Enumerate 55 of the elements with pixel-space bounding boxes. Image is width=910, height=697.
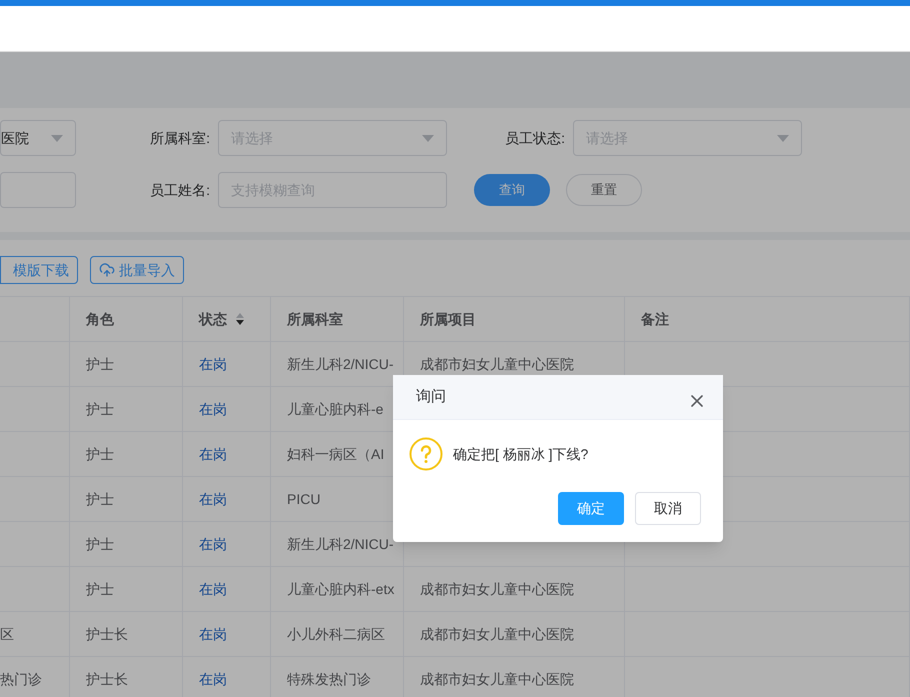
status-text: 在岗 xyxy=(199,534,227,554)
caret-down-icon xyxy=(777,134,789,142)
table-cell-text: 成都市妇女儿童中心医院 xyxy=(420,670,574,688)
dialog-title: 询问 xyxy=(416,386,446,407)
table-cell-text: 妇科一病区（AI xyxy=(287,444,384,464)
table-cell-text: 护士 xyxy=(86,444,114,464)
table-cell-text: 新生儿科2/NICU- xyxy=(287,534,394,554)
status-text: 在岗 xyxy=(199,490,227,508)
table-cell-text: 护士 xyxy=(86,400,114,418)
table-cell-text: 儿童心脏内科-etx xyxy=(287,580,394,598)
select-field[interactable]: 医院 xyxy=(0,120,76,156)
status-text: 在岗 xyxy=(199,444,227,464)
status-text: 在岗 xyxy=(199,580,227,598)
question-icon xyxy=(409,437,443,471)
table-cell-text: 区 xyxy=(0,624,14,644)
column-header[interactable]: 备注 xyxy=(625,297,910,341)
table-cell-text: 护士长 xyxy=(86,624,128,644)
confirm-button[interactable]: 确定 xyxy=(558,492,624,525)
status-text: 在岗 xyxy=(199,354,227,374)
table-cell-text: 成都市妇女儿童中心医院 xyxy=(420,624,574,644)
column-header[interactable]: 所属科室 xyxy=(271,297,404,341)
sort-icon[interactable] xyxy=(235,312,245,326)
table-cell-text: 护士长 xyxy=(86,670,128,688)
table-cell-text: 护士 xyxy=(86,580,114,598)
field-label: 员工状态: xyxy=(504,128,566,148)
query-button[interactable]: 查询 xyxy=(474,174,550,206)
download-button[interactable]: 模版下载 xyxy=(0,256,78,284)
table-cell-text: 成都市妇女儿童中心医院 xyxy=(420,580,574,598)
input-field[interactable] xyxy=(0,172,76,208)
caret-down-icon xyxy=(51,134,63,142)
reset-button[interactable]: 重置 xyxy=(566,174,642,206)
table-cell-text: 特殊发热门诊 xyxy=(287,670,371,688)
table-cell-text: 儿童心脏内科-e xyxy=(287,400,384,418)
status-text: 在岗 xyxy=(199,400,227,418)
column-header[interactable]: 角色 xyxy=(70,297,183,341)
field-value: 医院 xyxy=(1,128,29,148)
table-cell-text: 成都市妇女儿童中心医院 xyxy=(420,354,574,374)
cancel-button[interactable]: 取消 xyxy=(635,492,701,525)
table-cell-text: PICU xyxy=(287,490,320,508)
column-header[interactable]: 所属项目 xyxy=(404,297,625,341)
table-cell-text: 护士 xyxy=(86,354,114,374)
table-cell-text: 护士 xyxy=(86,490,114,508)
field-label: 员工姓名: xyxy=(149,180,211,200)
cloud-upload-icon xyxy=(99,262,115,278)
table-cell-text: 小儿外科二病区 xyxy=(287,624,385,644)
column-header[interactable]: 状态 xyxy=(183,297,271,341)
table-cell-text: 护士 xyxy=(86,534,114,554)
field-label: 所属科室: xyxy=(149,128,211,148)
dialog-message: 确定把[ 杨丽冰 ]下线? xyxy=(453,444,588,464)
status-text: 在岗 xyxy=(199,624,227,644)
import-button[interactable]: 批量导入 xyxy=(90,256,184,284)
table-cell-text: 新生儿科2/NICU- xyxy=(287,354,394,374)
table-cell-text: 热门诊 xyxy=(0,670,42,688)
caret-down-icon xyxy=(422,134,434,142)
status-text: 在岗 xyxy=(199,670,227,688)
